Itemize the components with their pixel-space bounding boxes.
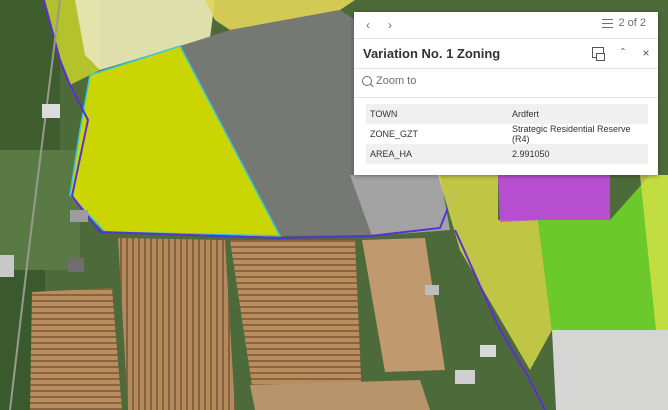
pager-text: 2 of 2: [618, 17, 646, 29]
zone-purple: [498, 175, 610, 222]
table-row: ZONE_GZT Strategic Residential Reserve (…: [366, 124, 648, 144]
feature-popup: ‹ › 2 of 2 Variation No. 1 Zoning ˆ × Zo…: [354, 12, 658, 175]
divider: [354, 97, 658, 98]
list-icon: [602, 18, 614, 28]
building: [70, 210, 88, 222]
divider: [354, 68, 658, 69]
chevron-left-icon[interactable]: ‹: [359, 16, 377, 34]
crop-field: [30, 288, 122, 410]
zoom-to-button[interactable]: Zoom to: [362, 75, 416, 87]
table-row: AREA_HA 2.991050: [366, 144, 648, 164]
popup-nav: ‹ › 2 of 2: [354, 12, 658, 38]
dock-icon: [592, 47, 605, 61]
chevron-up-icon[interactable]: ˆ: [615, 45, 631, 61]
building: [68, 258, 84, 272]
crop-field: [250, 380, 430, 410]
attribute-key: AREA_HA: [366, 144, 508, 164]
magnifier-icon: [362, 76, 372, 86]
zoom-to-label: Zoom to: [376, 75, 417, 87]
zone-pale: [552, 330, 668, 410]
building: [0, 255, 14, 277]
popup-title: Variation No. 1 Zoning: [363, 46, 501, 61]
building: [42, 104, 60, 118]
building: [425, 285, 439, 295]
chevron-right-icon[interactable]: ›: [381, 16, 399, 34]
crop-field: [118, 238, 235, 410]
building: [480, 345, 496, 357]
attribute-key: TOWN: [366, 104, 508, 124]
attribute-value: Ardfert: [508, 104, 648, 124]
dock-button[interactable]: [590, 45, 606, 61]
attribute-key: ZONE_GZT: [370, 129, 419, 139]
attribute-value: Strategic Residential Reserve (R4): [512, 124, 631, 144]
feature-pager[interactable]: 2 of 2: [602, 17, 646, 29]
table-row: TOWN Ardfert: [366, 104, 648, 124]
attribute-table: TOWN Ardfert ZONE_GZT Strategic Resident…: [366, 104, 648, 164]
close-icon[interactable]: ×: [638, 45, 654, 61]
divider: [354, 38, 658, 39]
building: [455, 370, 475, 384]
attribute-value: 2.991050: [508, 144, 648, 164]
